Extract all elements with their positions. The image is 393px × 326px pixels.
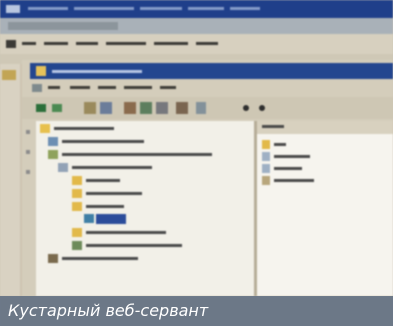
caption-bar: Кустарный веб-сервант xyxy=(0,296,393,326)
screen-photo xyxy=(0,0,393,326)
detail-pane xyxy=(257,121,393,296)
toolbar xyxy=(22,97,393,119)
caption-text: Кустарный веб-сервант xyxy=(8,301,209,320)
tree-pane xyxy=(36,121,254,296)
selected-tree-item xyxy=(96,214,126,224)
